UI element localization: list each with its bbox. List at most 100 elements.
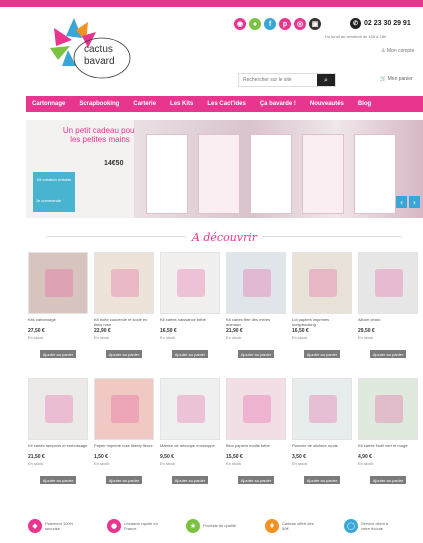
cart-link[interactable]: 🛒 Mon panier: [380, 76, 413, 82]
banner-photo: [134, 120, 423, 218]
social-links: ◉ ● f p ◎ ▣: [234, 18, 321, 30]
product-card[interactable]: Matrice de découpe enveloppe 9,50 € En sto…: [160, 378, 220, 500]
nav-item[interactable]: Les Kits: [170, 101, 193, 107]
rss-icon[interactable]: ◉: [234, 18, 246, 30]
product-image-subject: [243, 395, 271, 423]
product-image-subject: [375, 395, 403, 423]
add-to-cart-button[interactable]: Ajouter au panier: [172, 476, 208, 484]
product-image-subject: [309, 395, 337, 423]
phone-number[interactable]: ✆ 02 23 30 29 91: [350, 18, 411, 29]
product-card[interactable]: Bloc papiers motifs bébé 15,50 € En stock A…: [226, 378, 286, 500]
logo-text-line2: bavard: [84, 56, 115, 67]
blog-icon[interactable]: ▣: [309, 18, 321, 30]
product-image-subject: [243, 269, 271, 297]
add-to-cart-button[interactable]: Ajouter au panier: [238, 476, 274, 484]
product-name[interactable]: Album photo: [358, 317, 418, 327]
product-card[interactable]: Lot papiers imprimés scrapbooking 16,50 €…: [292, 252, 352, 374]
banner-badge[interactable]: Kit création enfants: [33, 172, 75, 212]
facebook-icon[interactable]: f: [264, 18, 276, 30]
product-price: 22,90 €: [94, 328, 111, 334]
product-image-subject: [111, 269, 139, 297]
product-price: 16,50 €: [292, 328, 309, 334]
product-image[interactable]: [358, 378, 418, 440]
truck-icon: ●: [107, 518, 121, 533]
product-image[interactable]: [160, 378, 220, 440]
nav-item[interactable]: Carterie: [133, 101, 156, 107]
add-to-cart-button[interactable]: Ajouter au panier: [40, 350, 76, 358]
product-image[interactable]: [226, 378, 286, 440]
product-price: 21,90 €: [226, 328, 243, 334]
logo[interactable]: cactus bavard: [38, 14, 138, 88]
add-to-cart-button[interactable]: Ajouter au panier: [238, 350, 274, 358]
product-card[interactable]: Planche de stickers ronds 3,50 € En stock A…: [292, 378, 352, 500]
product-image[interactable]: [28, 378, 88, 440]
product-name[interactable]: Matrice de découpe enveloppe: [160, 443, 220, 453]
product-image[interactable]: [94, 378, 154, 440]
product-image[interactable]: [358, 252, 418, 314]
add-to-cart-button[interactable]: Ajouter au panier: [40, 476, 76, 484]
section-title: A découvrir: [191, 231, 258, 244]
nav-item[interactable]: Les Cact'ides: [207, 101, 245, 107]
product-card[interactable]: Papier imprimé rose liberty fleurs 1,50 €…: [94, 378, 154, 500]
product-image[interactable]: [28, 252, 88, 314]
product-price: 4,90 €: [358, 454, 372, 460]
add-to-cart-button[interactable]: Ajouter au panier: [304, 350, 340, 358]
product-card[interactable]: Kit boîte couvercle et socle en tissu ro…: [94, 252, 154, 374]
product-name[interactable]: Kit cartes Noël vert et rouge: [358, 443, 418, 453]
product-name[interactable]: Planche de stickers ronds: [292, 443, 352, 453]
banner-badge-link[interactable]: Je commande: [36, 198, 61, 203]
add-to-cart-button[interactable]: Ajouter au panier: [304, 476, 340, 484]
account-link[interactable]: ♙ Mon compte: [381, 48, 414, 54]
product-image[interactable]: [94, 252, 154, 314]
product-stock: En stock: [28, 461, 44, 466]
hero-banner[interactable]: Un petit cadeau pour les petites mains 1…: [26, 120, 423, 218]
search-button[interactable]: ⌕: [317, 74, 335, 86]
product-image[interactable]: [160, 252, 220, 314]
banner-badge-text: Kit création enfants: [36, 177, 72, 182]
nav-item[interactable]: Cartonnage: [32, 101, 65, 107]
chevron-left-icon: ‹: [399, 197, 404, 207]
add-to-cart-button[interactable]: Ajouter au panier: [106, 350, 142, 358]
location-icon[interactable]: ●: [249, 18, 261, 30]
reassurance-item: ◯ Service client à votre écoute: [344, 518, 395, 533]
instagram-icon[interactable]: ◎: [294, 18, 306, 30]
product-name[interactable]: Kit cartes fête des mères animaux: [226, 317, 286, 327]
search-input[interactable]: [239, 74, 317, 86]
opening-hours: Du lundi au vendredi de 10h à 18h: [325, 34, 387, 39]
product-name[interactable]: Kit boîte couvercle et socle en tissu ro…: [94, 317, 154, 327]
nav-item[interactable]: Blog: [358, 101, 371, 107]
section-divider: [262, 236, 402, 237]
product-card[interactable]: Kit cartes naissance bébé 16,50 € En stock…: [160, 252, 220, 374]
product-card[interactable]: Kit cartes Noël vert et rouge 4,90 € En st…: [358, 378, 418, 500]
product-card[interactable]: Kits cartonnage 27,50 € En stock Ajouter au…: [28, 252, 88, 374]
product-card[interactable]: Kit cartes tampons et embossage 21,50 € En…: [28, 378, 88, 500]
product-name[interactable]: Bloc papiers motifs bébé: [226, 443, 286, 453]
product-image-subject: [111, 395, 139, 423]
product-image[interactable]: [292, 378, 352, 440]
product-name[interactable]: Lot papiers imprimés scrapbooking: [292, 317, 352, 327]
banner-prev-arrow[interactable]: ‹: [396, 196, 407, 208]
product-image-subject: [177, 395, 205, 423]
add-to-cart-button[interactable]: Ajouter au panier: [106, 476, 142, 484]
product-stock: En stock: [94, 335, 110, 340]
pinterest-icon[interactable]: p: [279, 18, 291, 30]
add-to-cart-button[interactable]: Ajouter au panier: [370, 350, 406, 358]
add-to-cart-button[interactable]: Ajouter au panier: [172, 350, 208, 358]
product-name[interactable]: Papier imprimé rose liberty fleurs: [94, 443, 154, 453]
product-card[interactable]: Kit cartes fête des mères animaux 21,90 €…: [226, 252, 286, 374]
add-to-cart-button[interactable]: Ajouter au panier: [370, 476, 406, 484]
product-name[interactable]: Kit cartes tampons et embossage: [28, 443, 88, 453]
product-name[interactable]: Kit cartes naissance bébé: [160, 317, 220, 327]
banner-next-arrow[interactable]: ›: [409, 196, 420, 208]
product-price: 3,50 €: [292, 454, 306, 460]
product-card[interactable]: Album photo 29,50 € En stock Ajouter au pan…: [358, 252, 418, 374]
phone-icon: ✆: [350, 18, 361, 29]
product-image[interactable]: [292, 252, 352, 314]
product-image[interactable]: [226, 252, 286, 314]
nav-item[interactable]: Ça bavarde !: [260, 101, 296, 107]
nav-item[interactable]: Nouveautés: [310, 101, 344, 107]
product-price: 9,50 €: [160, 454, 174, 460]
nav-item[interactable]: Scrapbooking: [79, 101, 119, 107]
search-bar: ⌕: [238, 73, 336, 87]
product-name[interactable]: Kits cartonnage: [28, 317, 88, 327]
